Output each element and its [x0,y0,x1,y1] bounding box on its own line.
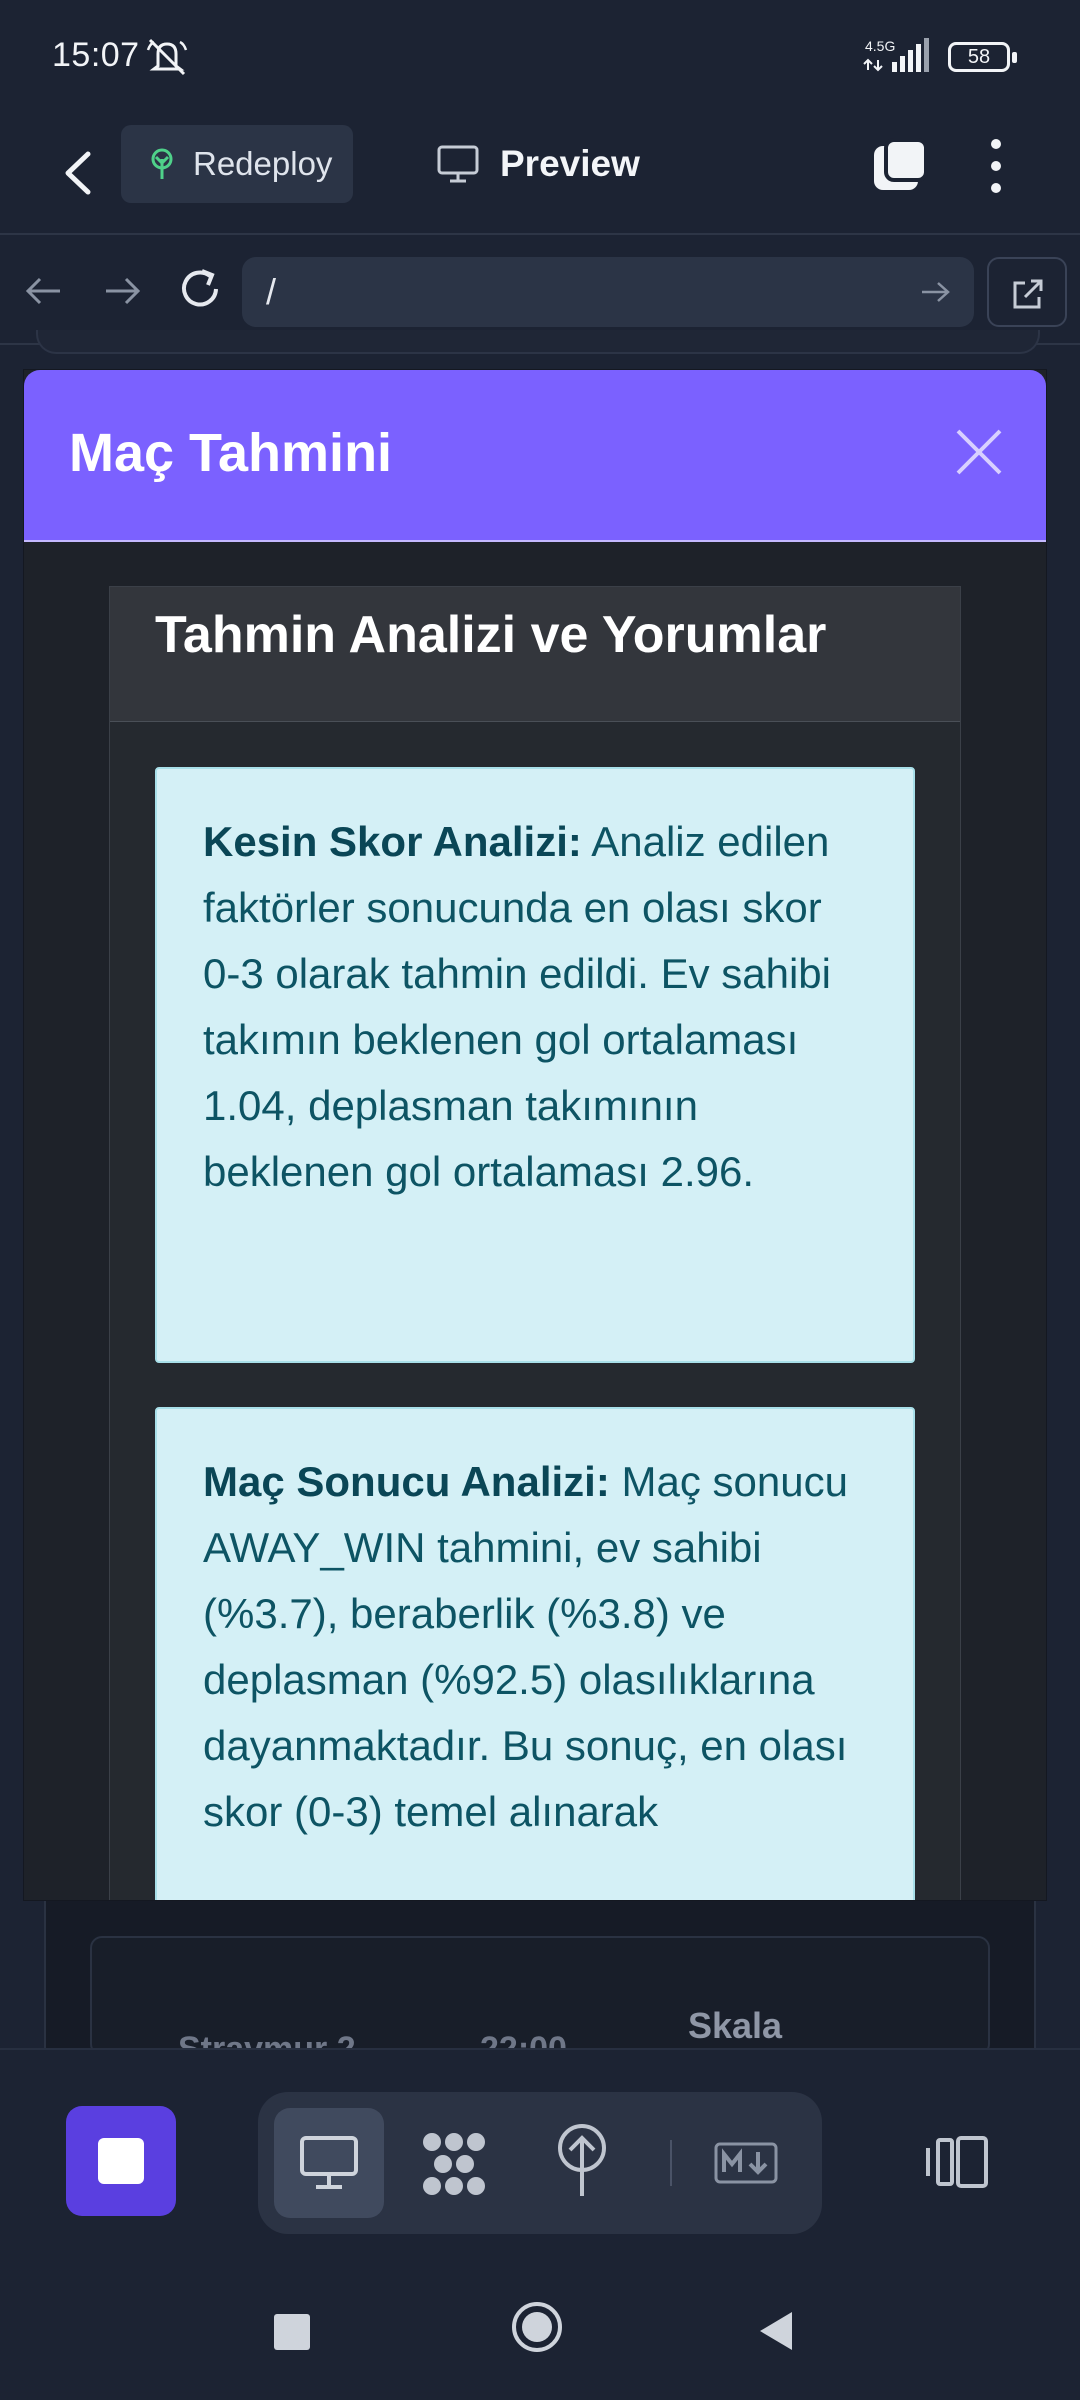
status-bar: 15:07 4.5G 58 [0,0,1080,110]
redeploy-button[interactable]: Redeploy [121,125,353,203]
deploy-icon[interactable] [554,2122,610,2198]
signal-icon [863,38,929,72]
prediction-modal: Maç Tahmini Tahmin Analizi ve Yorumlar K… [24,370,1046,1900]
go-arrow-icon[interactable] [920,277,952,307]
reload-icon[interactable] [176,265,224,313]
modal-body[interactable]: Tahmin Analizi ve Yorumlar Kesin Skor An… [24,542,1046,1900]
info-box-label: Maç Sonucu Analizi: [203,1458,610,1505]
redeploy-label: Redeploy [193,145,333,182]
desktop-view-button[interactable] [274,2108,384,2218]
monitor-icon [437,145,479,183]
toolbar-divider [670,2140,672,2186]
tabs-icon[interactable] [870,136,930,196]
analysis-card-header: Tahmin Analizi ve Yorumlar [110,587,960,722]
mute-icon [146,38,188,76]
modal-header: Maç Tahmini [24,370,1046,542]
exact-score-analysis: Kesin Skor Analizi: Analiz edilen faktör… [155,767,915,1363]
external-link-icon [1013,279,1043,309]
packages-icon[interactable] [418,2128,490,2200]
info-box-text: Maç sonucu AWAY_WIN tahmini, ev sahibi (… [203,1458,848,1835]
url-input[interactable]: / [242,257,974,327]
info-box-text: Analiz edilen faktörler sonucunda en ola… [203,818,831,1195]
system-nav-bar [0,2250,1080,2400]
background-card [36,330,1040,354]
bottom-toolbar [0,2048,1080,2248]
analysis-title: Tahmin Analizi ve Yorumlar [155,606,827,664]
modal-title: Maç Tahmini [69,423,393,483]
arrow-left-icon[interactable] [22,269,66,313]
deploy-tree-icon [151,148,173,179]
app-top-bar: Redeploy Preview [0,110,1080,235]
arrow-right-icon[interactable] [100,269,144,313]
layout-toggle-icon[interactable] [924,2134,990,2190]
preview-label: Preview [500,143,640,184]
home-icon[interactable] [510,2300,564,2354]
markdown-icon[interactable] [714,2142,778,2184]
url-text: / [266,271,277,312]
info-box-label: Kesin Skor Analizi: [203,818,582,865]
status-time: 15:07 [52,36,140,74]
background-team-name-2: Skala [688,2005,783,2046]
open-external-button[interactable] [987,257,1067,327]
back-triangle-icon[interactable] [758,2310,794,2352]
recent-apps-icon[interactable] [274,2314,310,2350]
close-icon[interactable] [952,425,1006,479]
chevron-left-icon[interactable] [50,140,110,206]
battery-icon: 58 [948,42,1017,72]
tool-group [258,2092,822,2234]
more-vertical-icon[interactable] [976,134,1016,198]
stop-button[interactable] [66,2106,176,2216]
match-result-analysis: Maç Sonucu Analizi: Maç sonucu AWAY_WIN … [155,1407,915,1900]
stop-icon [98,2138,144,2184]
desktop-icon [300,2136,358,2189]
preview-tab[interactable]: Preview [436,128,640,200]
battery-level: 58 [967,46,991,68]
analysis-card: Tahmin Analizi ve Yorumlar Kesin Skor An… [109,586,961,1900]
browser-url-row: / [0,237,1080,345]
